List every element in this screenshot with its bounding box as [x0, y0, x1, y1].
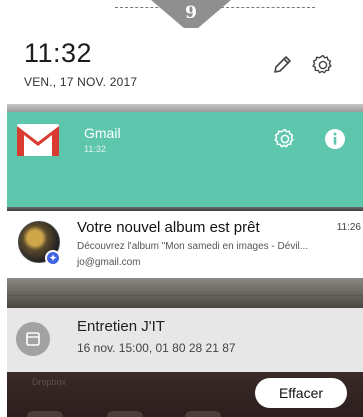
calendar-notification-details: 16 nov. 15:00, 01 80 28 21 87 — [77, 341, 236, 355]
calendar-notification-title: Entretien J'IT — [77, 318, 165, 335]
album-notification-time: 11:26 — [336, 222, 361, 233]
calendar-icon — [16, 322, 50, 356]
album-notification-account: jo@gmail.com — [77, 257, 141, 268]
quick-settings-header: 11:32 VEN., 17 NOV. 2017 — [7, 28, 363, 104]
screenshot-stage: 9 11:32 VEN., 17 NOV. 2017 Gmail 11:32 ✦… — [0, 0, 363, 417]
gmail-app-name: Gmail — [84, 125, 121, 141]
clear-notifications-button[interactable]: Effacer — [255, 378, 347, 408]
clock-date: VEN., 17 NOV. 2017 — [24, 75, 138, 89]
album-notification-description: Découvrez l'album "Mon samedi en images … — [77, 241, 309, 252]
notification-settings-icon[interactable] — [273, 127, 297, 151]
background-strip — [7, 104, 363, 112]
gmail-time: 11:32 — [84, 144, 106, 154]
dock-icon — [185, 411, 221, 417]
dock-icon — [107, 411, 143, 417]
notification-shade: 11:32 VEN., 17 NOV. 2017 Gmail 11:32 ✦ V… — [7, 28, 363, 417]
gmail-notification[interactable]: Gmail 11:32 — [7, 112, 363, 207]
album-notification-title: Votre nouvel album est prêt — [77, 219, 260, 236]
settings-icon[interactable] — [311, 53, 335, 77]
photos-badge-icon: ✦ — [45, 250, 61, 266]
clock-time: 11:32 — [24, 38, 93, 68]
info-icon[interactable] — [324, 128, 346, 150]
calendar-notification[interactable]: Entretien J'IT 16 nov. 15:00, 01 80 28 2… — [7, 308, 363, 372]
step-number: 9 — [185, 3, 197, 23]
home-screen-background: Dropbox Effacer — [7, 372, 363, 417]
photos-album-notification[interactable]: ✦ Votre nouvel album est prêt 11:26 Déco… — [7, 211, 363, 278]
divider — [7, 295, 363, 296]
background-strip-brown — [7, 278, 363, 308]
dock-icon — [27, 411, 63, 417]
edit-icon[interactable] — [270, 53, 294, 77]
background-app-label: Dropbox — [32, 377, 67, 387]
gmail-icon — [17, 124, 59, 156]
